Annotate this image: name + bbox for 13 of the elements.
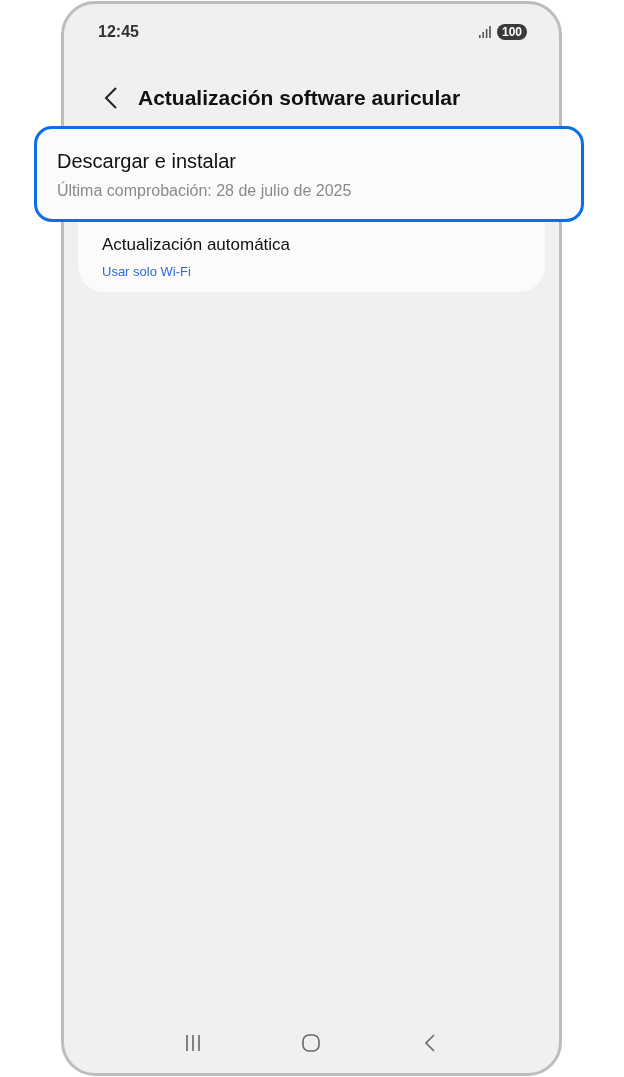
highlighted-setting-item[interactable]: Descargar e instalar Última comprobación: 28 de julio de 2025 (34, 126, 584, 222)
setting-subtitle: Última comprobación: 28 de julio de 2025 (57, 180, 353, 201)
home-button[interactable] (301, 1033, 322, 1053)
back-icon (104, 86, 118, 110)
battery-indicator: 100 (496, 24, 527, 40)
status-time: 12:45 (98, 22, 139, 42)
setting-item[interactable]: Actualización automática Usar solo Wi-Fi (78, 221, 545, 287)
page-title: Actualización software auricular (138, 85, 461, 112)
setting-title: Actualización automática (102, 234, 292, 256)
setting-title: Descargar e instalar (57, 148, 237, 174)
setting-subtitle: Usar solo Wi-Fi (102, 262, 192, 281)
back-button[interactable] (104, 86, 118, 110)
signal-icon (478, 26, 491, 38)
